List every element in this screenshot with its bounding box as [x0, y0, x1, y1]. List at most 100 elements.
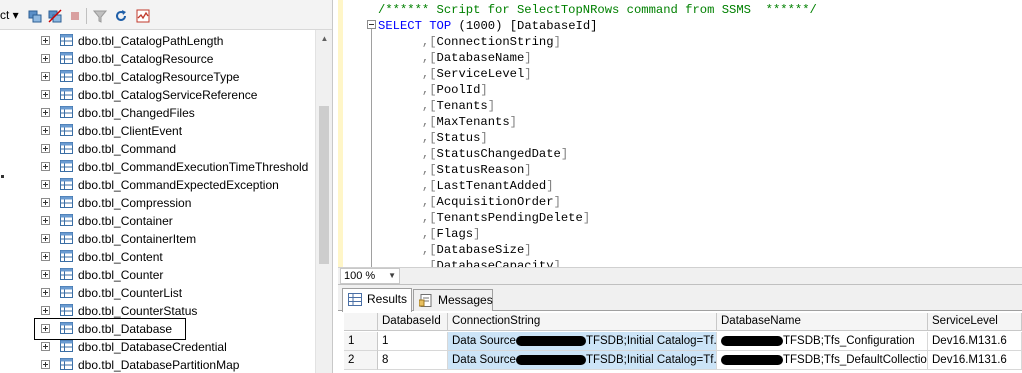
- tree-item-table[interactable]: dbo.tbl_CommandExecutionTimeThreshold: [0, 158, 314, 176]
- tab-messages[interactable]: Messages: [413, 289, 493, 311]
- expand-plus-icon[interactable]: [41, 216, 50, 225]
- tree-item-table[interactable]: dbo.tbl_Content: [0, 248, 314, 266]
- tree-item-table[interactable]: dbo.tbl_Command: [0, 140, 314, 158]
- tree-item-label: dbo.tbl_CounterList: [78, 286, 183, 300]
- cell-connectionstring[interactable]: Data Source TFSDB;Initial Catalog=Tf...: [448, 332, 717, 351]
- expand-plus-icon[interactable]: [41, 306, 50, 315]
- filter-icon[interactable]: [93, 9, 107, 23]
- tree-item-table[interactable]: dbo.tbl_DatabaseCredential: [0, 338, 314, 356]
- expand-plus-icon[interactable]: [41, 324, 50, 333]
- tree-item-table[interactable]: dbo.tbl_CommandExpectedException: [0, 176, 314, 194]
- tree-item-table[interactable]: dbo.tbl_Counter: [0, 266, 314, 284]
- results-grid[interactable]: DatabaseId ConnectionString DatabaseName…: [344, 312, 1022, 373]
- code-column-text: ,[DatabaseCapacity]: [421, 259, 561, 267]
- outline-line: [371, 29, 372, 267]
- table-icon: [60, 196, 73, 208]
- row-number[interactable]: 1: [344, 332, 378, 351]
- scrollbar-thumb[interactable]: [319, 106, 329, 264]
- tab-results[interactable]: Results: [342, 288, 412, 312]
- code-column-text: ,[LastTenantAdded]: [421, 179, 554, 193]
- code-column-line: ,[ServiceLevel]: [378, 66, 532, 82]
- tree-item-label: dbo.tbl_DatabasePartitionMap: [78, 358, 240, 372]
- cell-text-suffix: TFSDB;Initial Catalog=Tf...: [585, 335, 717, 347]
- expand-plus-icon[interactable]: [41, 162, 50, 171]
- tree-item-table[interactable]: dbo.tbl_CatalogPathLength: [0, 32, 314, 50]
- cell-servicelevel[interactable]: Dev16.M131.6: [928, 351, 1022, 370]
- tree-item-label: dbo.tbl_Database: [78, 322, 173, 336]
- tree-item-table[interactable]: dbo.tbl_Compression: [0, 194, 314, 212]
- refresh-icon[interactable]: [114, 9, 128, 23]
- code-comment: /****** Script for SelectTopNRows comman…: [378, 3, 817, 17]
- tree-item-table[interactable]: dbo.tbl_ClientEvent: [0, 122, 314, 140]
- column-header-databasename[interactable]: DatabaseName: [717, 313, 928, 331]
- table-icon: [60, 160, 73, 172]
- tree-item-label: dbo.tbl_CommandExpectedException: [78, 178, 279, 192]
- code-column-text: ,[Tenants]: [421, 99, 496, 113]
- expand-plus-icon[interactable]: [41, 342, 50, 351]
- expand-plus-icon[interactable]: [41, 252, 50, 261]
- expand-plus-icon[interactable]: [41, 108, 50, 117]
- zoom-bar: 100 % ▼: [338, 267, 1022, 284]
- zoom-dropdown[interactable]: 100 % ▼: [340, 268, 400, 284]
- cell-servicelevel[interactable]: Dev16.M131.6: [928, 332, 1022, 351]
- expand-plus-icon[interactable]: [41, 36, 50, 45]
- collapse-region-icon[interactable]: [367, 20, 376, 29]
- tree-item-table[interactable]: dbo.tbl_Container: [0, 212, 314, 230]
- code-column-line: ,[DatabaseSize]: [378, 242, 532, 258]
- tree-item-table[interactable]: dbo.tbl_DatabasePartitionMap: [0, 356, 314, 373]
- cell-connectionstring[interactable]: Data Source TFSDB;Initial Catalog=Tf...: [448, 351, 717, 370]
- cell-databaseid[interactable]: 1: [378, 332, 448, 351]
- column-header-servicelevel[interactable]: ServiceLevel: [928, 313, 1022, 331]
- stop-icon[interactable]: [68, 9, 82, 23]
- tree-item-table[interactable]: dbo.tbl_CatalogServiceReference: [0, 86, 314, 104]
- query-editor[interactable]: /****** Script for SelectTopNRows comman…: [338, 0, 1022, 267]
- code-column-line: ,[ConnectionString]: [378, 34, 561, 50]
- expand-plus-icon[interactable]: [41, 72, 50, 81]
- tree-item-label: dbo.tbl_DatabaseCredential: [78, 340, 227, 354]
- tree-item-table[interactable]: dbo.tbl_Database: [0, 318, 314, 340]
- object-explorer-scrollbar[interactable]: ▲: [315, 30, 332, 373]
- tree-item-label: dbo.tbl_Content: [78, 250, 163, 264]
- code-column-line: ,[AcquisitionOrder]: [378, 194, 561, 210]
- expand-plus-icon[interactable]: [41, 234, 50, 243]
- column-header-connectionstring[interactable]: ConnectionString: [448, 313, 717, 331]
- expand-plus-icon[interactable]: [41, 144, 50, 153]
- code-column-line: ,[Status]: [378, 130, 488, 146]
- table-icon: [60, 250, 73, 262]
- tree-item-label: dbo.tbl_ContainerItem: [78, 232, 197, 246]
- row-number[interactable]: 2: [344, 351, 378, 370]
- expand-plus-icon[interactable]: [41, 198, 50, 207]
- cell-databaseid[interactable]: 8: [378, 351, 448, 370]
- chevron-down-icon[interactable]: ▼: [388, 269, 396, 283]
- expand-plus-icon[interactable]: [41, 360, 50, 369]
- cell-databasename[interactable]: TFSDB;Tfs_Configuration: [717, 332, 928, 351]
- disconnect-icon[interactable]: [48, 9, 62, 23]
- column-header-databaseid[interactable]: DatabaseId: [378, 313, 448, 331]
- expand-plus-icon[interactable]: [41, 126, 50, 135]
- expand-plus-icon[interactable]: [41, 54, 50, 63]
- tree-item-label: dbo.tbl_Container: [78, 214, 173, 228]
- expand-plus-icon[interactable]: [41, 180, 50, 189]
- code-column-text: ,[TenantsPendingDelete]: [421, 211, 591, 225]
- tree-item-table[interactable]: dbo.tbl_ChangedFiles: [0, 104, 314, 122]
- activity-monitor-icon[interactable]: [136, 9, 150, 23]
- table-icon: [60, 268, 73, 280]
- expand-plus-icon[interactable]: [41, 270, 50, 279]
- connect-object-explorer-icon[interactable]: [28, 9, 42, 23]
- scroll-up-arrow-icon[interactable]: ▲: [316, 30, 332, 47]
- tree-item-table[interactable]: dbo.tbl_CatalogResource: [0, 50, 314, 68]
- expand-plus-icon[interactable]: [41, 90, 50, 99]
- tree-item-label: dbo.tbl_CounterStatus: [78, 304, 198, 318]
- object-explorer-panel: ct ▾ dbo.tbl_CatalogPathLength dbo.tbl_C…: [0, 0, 333, 373]
- table-icon: [60, 304, 73, 316]
- tree-item-table[interactable]: dbo.tbl_ContainerItem: [0, 230, 314, 248]
- toolbar-separator: [86, 8, 87, 24]
- expand-plus-icon[interactable]: [41, 288, 50, 297]
- grid-corner: [344, 313, 378, 331]
- table-icon: [60, 286, 73, 298]
- results-pane: Results Messages DatabaseId ConnectionSt…: [338, 284, 1022, 373]
- cell-databasename[interactable]: TFSDB;Tfs_DefaultCollection: [717, 351, 928, 370]
- connect-dropdown[interactable]: ct ▾: [0, 8, 19, 22]
- tree-item-table[interactable]: dbo.tbl_CatalogResourceType: [0, 68, 314, 86]
- tree-item-table[interactable]: dbo.tbl_CounterList: [0, 284, 314, 302]
